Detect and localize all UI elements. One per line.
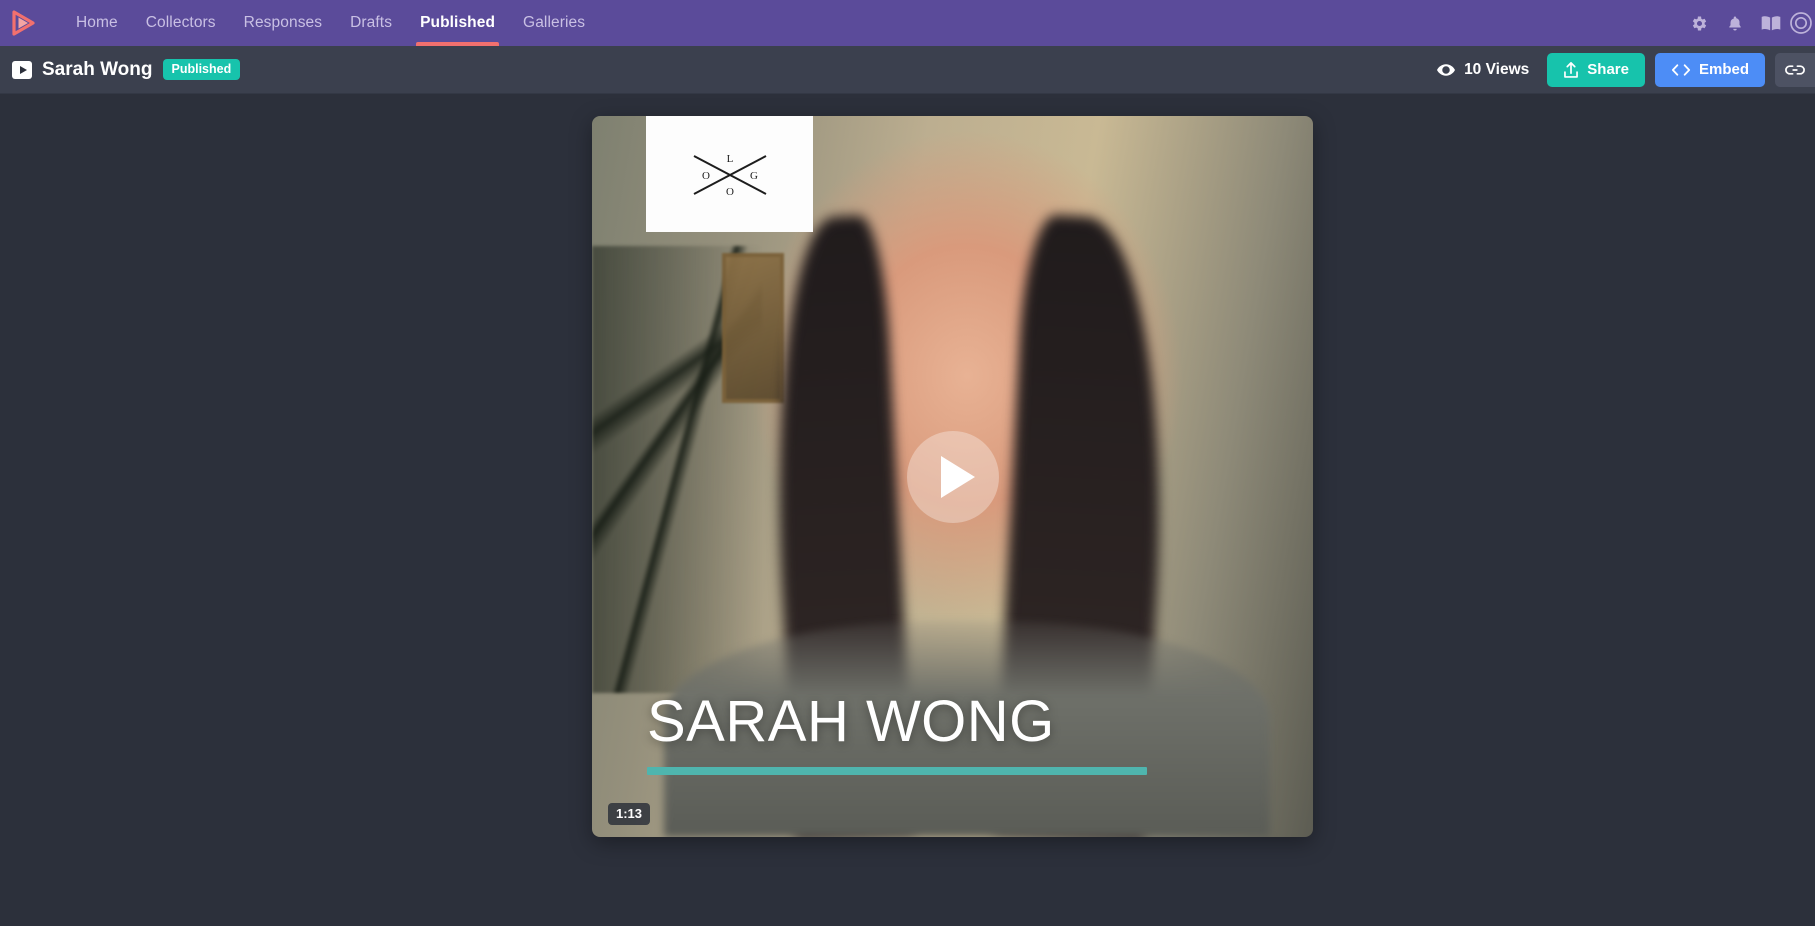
code-brackets-icon <box>1671 63 1691 77</box>
player-stage: L O G O SARAH WONG 1:13 <box>0 94 1815 926</box>
nav-link-published[interactable]: Published <box>406 0 509 46</box>
decor-picture-frame <box>721 252 784 403</box>
svg-text:G: G <box>750 170 758 182</box>
views-counter: 10 Views <box>1437 61 1529 79</box>
play-button[interactable] <box>906 430 999 523</box>
nav-link-home-label: Home <box>76 14 118 31</box>
help-circle-icon[interactable] <box>1789 0 1815 46</box>
nav-link-drafts[interactable]: Drafts <box>336 0 406 46</box>
bell-icon[interactable] <box>1717 0 1753 46</box>
x-cross-logo-icon: L O G O <box>693 153 766 198</box>
brand-play-logo-icon[interactable] <box>0 0 46 46</box>
video-play-icon <box>12 60 32 79</box>
upload-icon <box>1563 61 1579 79</box>
logo-overlay-card: L O G O <box>646 116 813 232</box>
nav-link-drafts-label: Drafts <box>350 14 393 31</box>
nav-link-galleries[interactable]: Galleries <box>509 0 599 46</box>
status-badge: Published <box>162 59 241 80</box>
progress-bar[interactable] <box>647 767 1147 775</box>
nav-link-home[interactable]: Home <box>62 0 132 46</box>
lower-third-overlay: SARAH WONG <box>647 692 1258 775</box>
play-triangle-icon <box>940 455 975 498</box>
views-label: 10 Views <box>1464 60 1530 78</box>
top-navigation-bar: Home Collectors Responses Drafts Publish… <box>0 0 1815 46</box>
nav-link-collectors[interactable]: Collectors <box>132 0 230 46</box>
video-detail-toolbar: Sarah Wong Published 10 Views Share Embe… <box>0 46 1815 94</box>
duration-badge: 1:13 <box>608 803 651 825</box>
nav-link-collectors-label: Collectors <box>145 14 216 31</box>
embed-button[interactable]: Embed <box>1654 52 1765 87</box>
nav-link-published-label: Published <box>420 14 496 31</box>
svg-text:O: O <box>726 186 734 198</box>
toolbar-actions: 10 Views Share Embed <box>1437 46 1815 94</box>
svg-text:L: L <box>726 153 733 165</box>
link-icon <box>1785 63 1805 77</box>
video-player[interactable]: L O G O SARAH WONG 1:13 <box>592 116 1313 837</box>
share-button-label: Share <box>1587 61 1629 78</box>
top-nav-icon-group <box>1681 0 1815 46</box>
page-title: Sarah Wong <box>42 58 153 80</box>
nav-link-responses-label: Responses <box>243 14 323 31</box>
eye-icon <box>1437 63 1456 77</box>
svg-text:O: O <box>702 170 710 182</box>
copy-link-button[interactable] <box>1775 52 1815 87</box>
gear-icon[interactable] <box>1681 0 1717 46</box>
share-button[interactable]: Share <box>1547 52 1645 87</box>
embed-button-label: Embed <box>1698 61 1749 78</box>
primary-nav-links: Home Collectors Responses Drafts Publish… <box>62 0 599 46</box>
nav-link-galleries-label: Galleries <box>523 14 586 31</box>
book-icon[interactable] <box>1753 0 1789 46</box>
nav-link-responses[interactable]: Responses <box>230 0 336 46</box>
lower-third-name: SARAH WONG <box>647 688 1055 754</box>
